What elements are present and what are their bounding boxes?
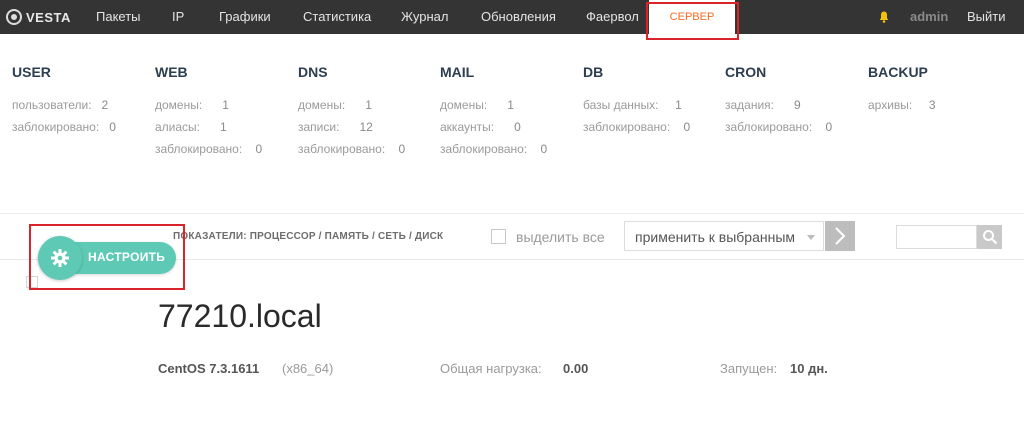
load-label: Общая нагрузка: xyxy=(440,361,542,376)
server-hostname: 77210.local xyxy=(158,298,322,334)
nav-updates[interactable]: Обновления xyxy=(481,0,556,34)
nav-firewall[interactable]: Фаервол xyxy=(586,0,639,34)
apply-button[interactable] xyxy=(825,221,855,251)
logout-link[interactable]: Выйти xyxy=(967,0,1006,34)
stat-value: 1 xyxy=(507,98,514,112)
stat-value: 0 xyxy=(398,142,406,156)
stat-value: 1 xyxy=(222,98,229,112)
nav-server[interactable]: СЕРВЕР xyxy=(649,0,735,34)
stat-label: пользователи: xyxy=(12,98,92,112)
row-checkbox[interactable] xyxy=(26,276,38,288)
stat-title[interactable]: BACKUP xyxy=(868,64,928,80)
stat-title[interactable]: DNS xyxy=(298,64,328,80)
uptime-label: Запущен: xyxy=(720,361,778,376)
gear-icon xyxy=(51,249,69,267)
stat-value: 0 xyxy=(825,120,833,134)
stat-row: заблокировано: 0 xyxy=(440,142,547,156)
nav-log[interactable]: Журнал xyxy=(401,0,448,34)
stat-row: пользователи: 2 xyxy=(12,98,108,112)
search-icon xyxy=(982,230,997,245)
nav-statistics[interactable]: Статистика xyxy=(303,0,371,34)
stat-value: 0 xyxy=(109,120,116,134)
stat-label: заблокировано: xyxy=(12,120,100,134)
stat-label: заблокировано: xyxy=(583,120,671,134)
stat-title[interactable]: USER xyxy=(12,64,51,80)
server-arch: (x86_64) xyxy=(282,361,334,376)
bulk-action-value: применить к выбранным xyxy=(635,229,796,245)
stat-label: заблокировано: xyxy=(155,142,243,156)
search-input[interactable] xyxy=(896,225,977,249)
stat-label: аккаунты: xyxy=(440,120,495,134)
stat-label: алиасы: xyxy=(155,120,201,134)
stat-label: записи: xyxy=(298,120,340,134)
load-value: 0.00 xyxy=(563,361,589,376)
user-name-link[interactable]: admin xyxy=(910,0,948,34)
stat-value: 2 xyxy=(101,98,109,112)
logo-text: VESTA xyxy=(26,9,71,25)
bulk-action-select[interactable]: применить к выбранным xyxy=(624,221,824,251)
stat-value: 0 xyxy=(255,142,263,156)
stat-value: 0 xyxy=(514,120,521,134)
stat-cron[interactable]: CRON задания: 9 заблокировано: 0 xyxy=(725,64,832,134)
stat-value: 12 xyxy=(359,120,373,134)
vesta-logo[interactable]: VESTA xyxy=(6,8,71,26)
stat-label: базы данных: xyxy=(583,98,659,112)
stat-label: задания: xyxy=(725,98,775,112)
stat-row: заблокировано: 0 xyxy=(155,142,262,156)
stat-row: алиасы: 1 xyxy=(155,120,227,134)
stat-title[interactable]: MAIL xyxy=(440,64,474,80)
nav-packages[interactable]: Пакеты xyxy=(96,0,141,34)
select-all-checkbox[interactable] xyxy=(491,229,506,244)
chevron-right-icon xyxy=(835,227,846,245)
configure-label[interactable]: НАСТРОИТЬ xyxy=(88,250,165,264)
stat-label: домены: xyxy=(155,98,203,112)
chevron-down-icon xyxy=(807,235,815,240)
stat-row: заблокировано: 0 xyxy=(12,120,116,134)
nav-ip[interactable]: IP xyxy=(172,0,184,34)
stat-row: заблокировано: 0 xyxy=(298,142,405,156)
stat-user[interactable]: USER пользователи: 2 заблокировано: 0 xyxy=(12,64,116,134)
stat-title[interactable]: DB xyxy=(583,64,603,80)
stat-row: аккаунты: 0 xyxy=(440,120,521,134)
stat-row: домены: 1 xyxy=(155,98,229,112)
stat-value: 3 xyxy=(928,98,936,112)
stat-row: домены: 1 xyxy=(298,98,372,112)
stat-db[interactable]: DB базы данных: 1 заблокировано: 0 xyxy=(583,64,690,134)
stat-label: архивы: xyxy=(868,98,913,112)
stat-value: 0 xyxy=(540,142,548,156)
stat-value: 0 xyxy=(683,120,691,134)
server-os: CentOS 7.3.1611 xyxy=(158,361,260,376)
stat-web[interactable]: WEB домены: 1 алиасы: 1 заблокировано: 0 xyxy=(155,64,262,156)
bell-icon[interactable] xyxy=(879,11,889,23)
stat-row: базы данных: 1 xyxy=(583,98,682,112)
stat-title[interactable]: CRON xyxy=(725,64,766,80)
stat-label: заблокировано: xyxy=(440,142,528,156)
stat-value: 1 xyxy=(220,120,227,134)
top-nav: VESTA Пакеты IP Графики Статистика Журна… xyxy=(0,0,1024,34)
configure-gear[interactable] xyxy=(38,236,82,280)
stat-row: архивы: 3 xyxy=(868,98,936,112)
stat-backup[interactable]: BACKUP архивы: 3 xyxy=(868,64,936,112)
stat-row: заблокировано: 0 xyxy=(725,120,832,134)
search-button[interactable] xyxy=(977,225,1002,249)
stat-row: заблокировано: 0 xyxy=(583,120,690,134)
stat-dns[interactable]: DNS домены: 1 записи: 12 заблокировано: … xyxy=(298,64,405,156)
stat-row: задания: 9 xyxy=(725,98,801,112)
stat-label: домены: xyxy=(440,98,488,112)
stat-value: 1 xyxy=(365,98,372,112)
uptime-value: 10 дн. xyxy=(790,361,828,376)
stat-title[interactable]: WEB xyxy=(155,64,188,80)
nav-graphs[interactable]: Графики xyxy=(219,0,271,34)
stat-row: домены: 1 xyxy=(440,98,514,112)
stat-value: 9 xyxy=(794,98,801,112)
stat-row: записи: 12 xyxy=(298,120,373,134)
stat-label: домены: xyxy=(298,98,346,112)
logo-icon xyxy=(6,9,22,25)
stat-label: заблокировано: xyxy=(725,120,813,134)
metrics-link[interactable]: ПОКАЗАТЕЛИ: ПРОЦЕССОР / ПАМЯТЬ / СЕТЬ / … xyxy=(173,231,443,242)
stat-value: 1 xyxy=(675,98,682,112)
select-all-label[interactable]: выделить все xyxy=(516,229,605,245)
stat-mail[interactable]: MAIL домены: 1 аккаунты: 0 заблокировано… xyxy=(440,64,547,156)
stat-label: заблокировано: xyxy=(298,142,386,156)
